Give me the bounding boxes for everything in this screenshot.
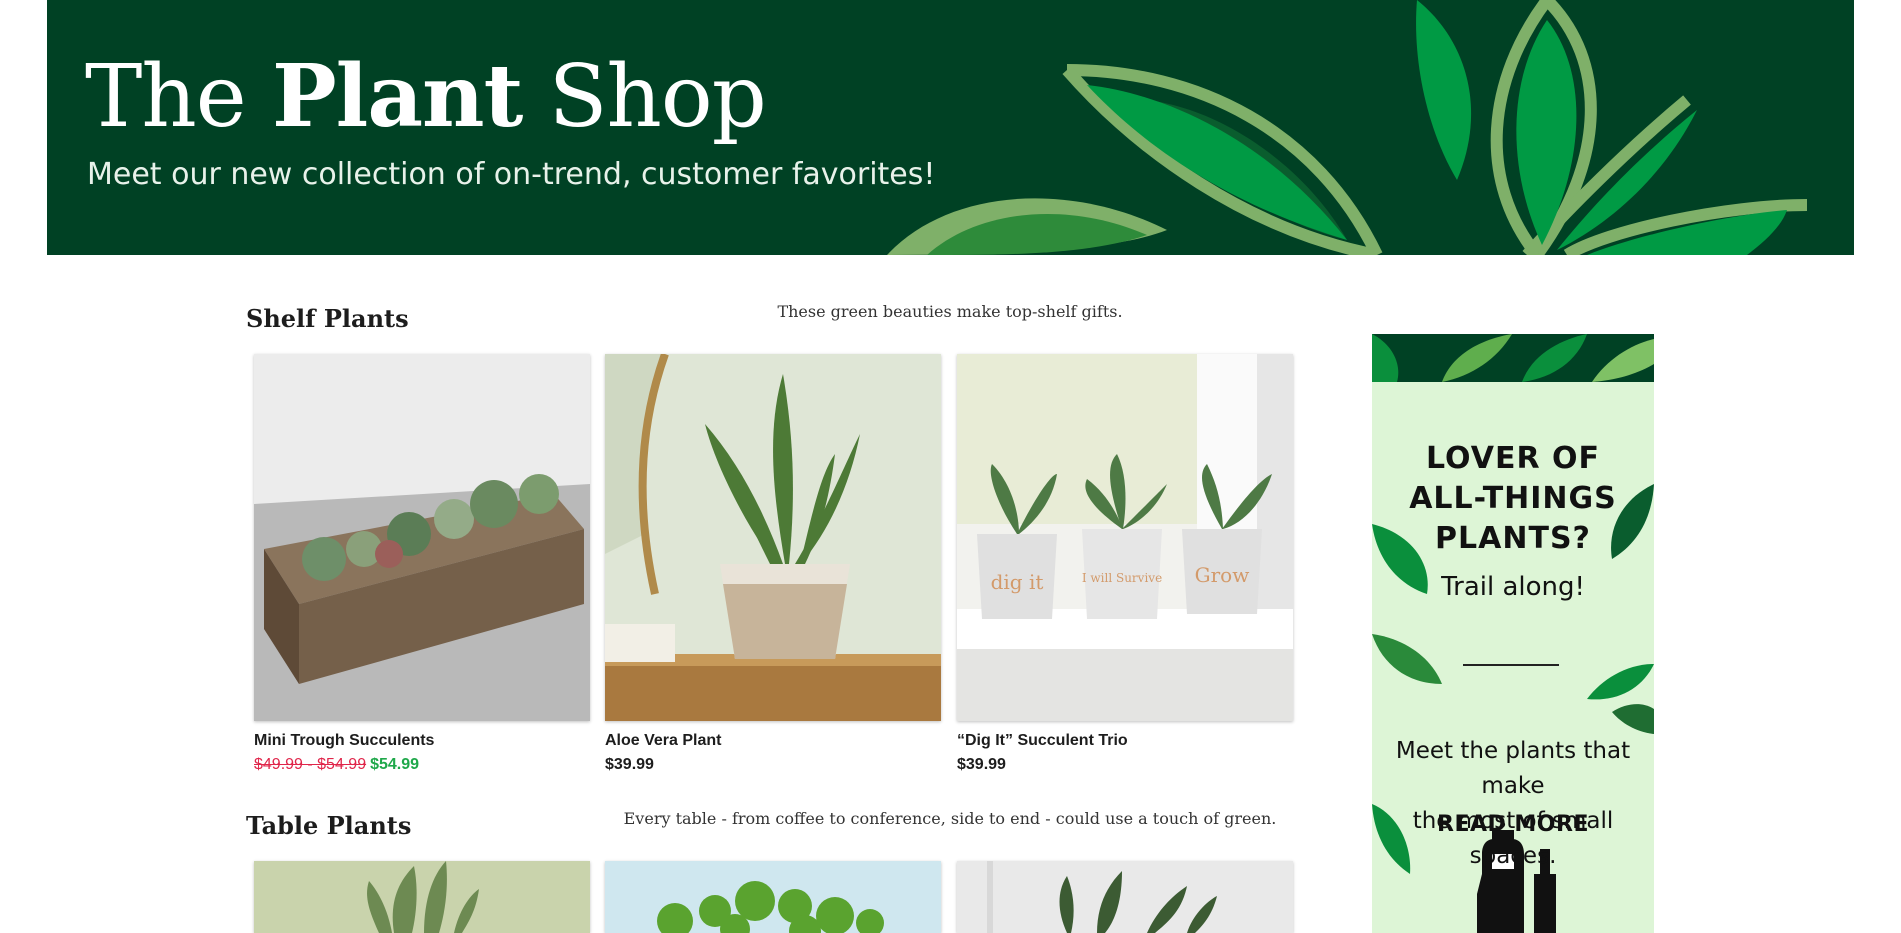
product-card-dig-it-succulent-trio[interactable]: dig it I will Survive Grow “Dig It” Succ… [957, 354, 1293, 775]
original-price: $49.99 - $54.99 [254, 756, 367, 773]
dig-it-succulent-trio-photo: dig it I will Survive Grow [957, 354, 1293, 721]
product-image[interactable] [605, 354, 941, 721]
mini-trough-succulents-photo [254, 354, 590, 721]
product-card-table-plant-3[interactable] [957, 861, 1293, 933]
product-image[interactable]: dig it I will Survive Grow [957, 354, 1293, 721]
hero-subtitle: Meet our new collection of on-trend, cus… [87, 157, 936, 192]
pot-label-i-will-survive: I will Survive [1082, 571, 1162, 585]
product-card-mini-trough-succulents[interactable]: Mini Trough Succulents $49.99 - $54.99 $5… [254, 354, 590, 775]
hero-title: The Plant Shop [85, 46, 767, 147]
sale-price: $54.99 [370, 756, 420, 773]
aloe-vera-plant-photo [605, 354, 941, 721]
product-name[interactable]: Aloe Vera Plant [605, 731, 941, 751]
section-title-table-plants: Table Plants [246, 811, 412, 840]
ad-body-text: Meet the plants that make the most of sm… [1395, 738, 1631, 869]
product-card-table-plant-2[interactable] [605, 861, 941, 933]
snake-plant-photo [254, 861, 590, 933]
pot-label-dig-it: dig it [991, 570, 1044, 594]
product-price: $39.99 [605, 756, 654, 773]
product-image[interactable] [254, 861, 590, 933]
product-price: $39.99 [957, 756, 1006, 773]
product-card-table-plant-1[interactable] [254, 861, 590, 933]
product-price: $49.99 - $54.99 $54.99 [254, 755, 590, 775]
section-description-table-plants: Every table - from coffee to conference,… [623, 809, 1277, 828]
hero-banner: The Plant Shop Meet our new collection o… [47, 0, 1854, 255]
product-name[interactable]: “Dig It” Succulent Trio [957, 731, 1293, 751]
zz-plant-photo [957, 861, 1293, 933]
product-image[interactable] [605, 861, 941, 933]
pot-label-grow: Grow [1195, 563, 1250, 587]
ad-trail-text: Trail along! [1441, 572, 1585, 602]
product-image[interactable] [957, 861, 1293, 933]
leafy-plant-photo [605, 861, 941, 933]
product-card-aloe-vera-plant[interactable]: Aloe Vera Plant $39.99 [605, 354, 941, 775]
read-more-link[interactable]: READ MORE [1372, 812, 1654, 837]
section-description-shelf-plants: These green beauties make top-shelf gift… [777, 302, 1123, 321]
ad-divider [1463, 664, 1559, 666]
product-image[interactable] [254, 354, 590, 721]
ad-headline: LOVER OF ALL-THINGS PLANTS? [1409, 441, 1617, 556]
promo-ad-banner[interactable]: LOVER OF ALL-THINGS PLANTS? Trail along!… [1372, 334, 1654, 933]
product-name[interactable]: Mini Trough Succulents [254, 731, 590, 751]
section-title-shelf-plants: Shelf Plants [246, 304, 409, 333]
